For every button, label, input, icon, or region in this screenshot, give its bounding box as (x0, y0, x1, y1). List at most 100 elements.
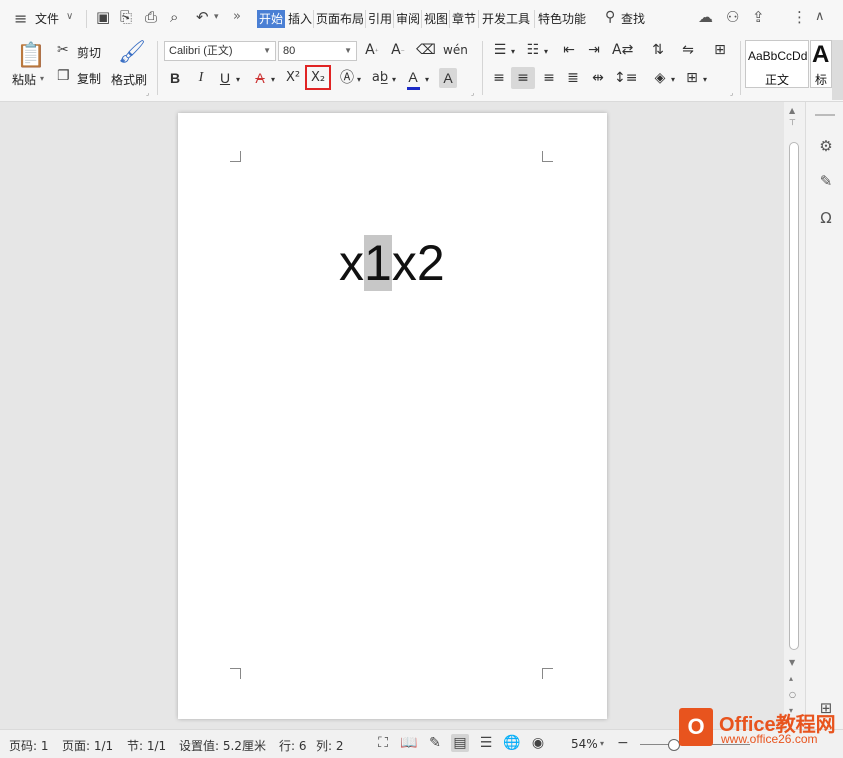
paste-icon[interactable]: 📋 (16, 41, 46, 69)
paste-dropdown-icon[interactable]: ▾ (40, 74, 44, 83)
print-icon[interactable]: ⎙ (145, 8, 157, 26)
tab-insert[interactable]: 插入 (288, 10, 312, 28)
style-heading[interactable]: A 标 (810, 40, 832, 88)
underline-button[interactable]: U (216, 68, 234, 88)
tab-developer[interactable]: 开发工具 (482, 10, 530, 28)
font-color-icon[interactable]: A (404, 67, 422, 87)
tab-home[interactable]: 开始 (257, 10, 286, 28)
tab-special[interactable]: 特色功能 (538, 10, 586, 28)
distributed-icon[interactable]: ⇹ (588, 68, 608, 88)
write-mode-icon[interactable]: ✎ (426, 734, 444, 752)
chevron-down-icon[interactable]: ∨ (66, 11, 73, 22)
vertical-scrollbar[interactable]: ▲ ⊤ ▼ ▴ ○ ▾ (784, 102, 805, 729)
style-normal[interactable]: AaBbCcDd 正文 (745, 40, 809, 88)
highlight-dropdown-icon[interactable]: ▾ (390, 70, 398, 90)
search-button[interactable]: 查找 (621, 10, 645, 28)
line-spacing-toggle-icon[interactable]: ⇋ (678, 40, 698, 60)
undo-dropdown-icon[interactable]: ▾ (214, 12, 219, 22)
zoom-dropdown-icon[interactable]: ▾ (600, 739, 604, 748)
omega-symbol-icon[interactable]: Ω (816, 208, 836, 228)
print-preview-icon[interactable]: ⌕ (170, 8, 178, 26)
superscript-button[interactable]: X² (283, 68, 303, 88)
format-painter-button[interactable]: 格式刷 (111, 71, 147, 88)
fullscreen-icon[interactable]: ⛶ (374, 734, 392, 752)
table-borders-icon[interactable]: ⊞ (682, 68, 702, 88)
italic-button[interactable]: I (192, 68, 210, 88)
paste-button[interactable]: 粘贴 (12, 71, 36, 88)
scroll-down-icon[interactable]: ▼ (789, 658, 795, 667)
align-right-icon[interactable]: ≡ (539, 68, 559, 88)
zoom-out-icon[interactable]: − (617, 735, 629, 751)
scissors-icon[interactable]: ✂ (57, 42, 69, 58)
page-view-icon[interactable]: ▤ (451, 734, 469, 752)
dialog-launcher-icon[interactable]: ⌟ (730, 89, 733, 97)
status-column[interactable]: 列: 2 (316, 737, 344, 754)
status-page-number[interactable]: 页码: 1 (9, 737, 49, 754)
adjust-settings-icon[interactable]: ⚙ (816, 136, 836, 156)
eye-protection-icon[interactable]: ◉ (529, 734, 547, 752)
tab-references[interactable]: 引用 (368, 10, 392, 28)
shading-dropdown-icon[interactable]: ▾ (669, 70, 677, 90)
decrease-indent-icon[interactable]: ⇤ (559, 40, 579, 60)
sort-icon[interactable]: ⇅ (648, 40, 668, 60)
strikethrough-dropdown-icon[interactable]: ▾ (269, 70, 277, 90)
table-borders-dropdown-icon[interactable]: ▾ (701, 70, 709, 90)
copy-icon[interactable]: ❐ (57, 68, 70, 84)
highlight-icon[interactable]: ab̲ (370, 68, 390, 88)
phonetic-guide-icon[interactable]: wén (443, 40, 468, 60)
align-left-icon[interactable]: ≡ (489, 68, 509, 88)
styles-scroll[interactable] (832, 40, 843, 100)
pen-edit-icon[interactable]: ✎ (816, 171, 836, 191)
hamburger-icon[interactable]: ≡ (14, 9, 27, 28)
scroll-up-icon[interactable]: ▲ (789, 106, 795, 115)
reading-mode-icon[interactable]: 📖 (400, 734, 418, 752)
more-tools-icon[interactable]: » (233, 9, 241, 24)
dialog-launcher-icon[interactable]: ⌟ (471, 89, 474, 97)
char-shading-icon[interactable]: A (439, 68, 457, 88)
bullet-dropdown-icon[interactable]: ▾ (509, 42, 517, 62)
search-icon[interactable]: ⚲ (605, 9, 615, 25)
status-page-count[interactable]: 页面: 1/1 (62, 737, 113, 754)
underline-dropdown-icon[interactable]: ▾ (234, 70, 242, 90)
tab-view[interactable]: 视图 (424, 10, 448, 28)
status-section[interactable]: 节: 1/1 (127, 737, 166, 754)
status-position[interactable]: 设置值: 5.2厘米 (179, 737, 266, 754)
menu-file[interactable]: 文件 (35, 10, 59, 28)
outline-view-icon[interactable]: ☰ (477, 734, 495, 752)
tab-review[interactable]: 审阅 (396, 10, 420, 28)
text-effect-dropdown-icon[interactable]: ▾ (355, 70, 363, 90)
bullet-list-icon[interactable]: ☰ (490, 40, 510, 60)
scroll-top-icon[interactable]: ⊤ (789, 118, 796, 127)
increase-indent-icon[interactable]: ⇥ (584, 40, 604, 60)
status-line[interactable]: 行: 6 (279, 737, 307, 754)
align-center-icon[interactable]: ≡ (511, 67, 535, 89)
shading-icon[interactable]: ◈ (650, 68, 670, 88)
share-icon[interactable]: ⇪ (752, 8, 765, 26)
line-spacing-icon[interactable]: ↕≡ (614, 68, 637, 88)
clear-format-icon[interactable]: ⌫ (415, 40, 437, 60)
numbered-list-icon[interactable]: ☷ (523, 40, 543, 60)
scroll-thumb[interactable] (789, 142, 799, 650)
format-painter-icon[interactable]: 🖌 (118, 40, 146, 65)
tab-page-layout[interactable]: 页面布局 (316, 10, 364, 28)
font-color-dropdown-icon[interactable]: ▾ (423, 70, 431, 90)
export-pdf-icon[interactable]: ⎘ (120, 8, 132, 26)
grow-font-icon[interactable]: A⁺ (362, 40, 382, 60)
font-size-select[interactable]: 80 ▼ (278, 41, 357, 61)
prev-page-icon[interactable]: ▴ (789, 674, 793, 683)
bold-button[interactable]: B (166, 68, 184, 88)
undo-icon[interactable]: ↶ (196, 8, 209, 26)
subscript-button[interactable]: X₂ (305, 65, 331, 90)
cloud-sync-icon[interactable]: ☁ (698, 8, 713, 26)
collapse-ribbon-icon[interactable]: ∧ (815, 9, 825, 24)
document-page[interactable]: x1x2 (178, 113, 607, 719)
zoom-level[interactable]: 54% (571, 737, 598, 751)
font-name-select[interactable]: Calibri (正文) ▼ (164, 41, 276, 61)
web-view-icon[interactable]: 🌐 (503, 734, 521, 752)
shrink-font-icon[interactable]: A⁻ (388, 40, 408, 60)
document-text[interactable]: x1x2 (339, 223, 445, 303)
share-user-icon[interactable]: ⚇ (726, 8, 739, 26)
save-icon[interactable]: ▣ (96, 8, 110, 26)
tab-section[interactable]: 章节 (452, 10, 476, 28)
text-effect-icon[interactable]: Ⓐ (338, 68, 356, 88)
